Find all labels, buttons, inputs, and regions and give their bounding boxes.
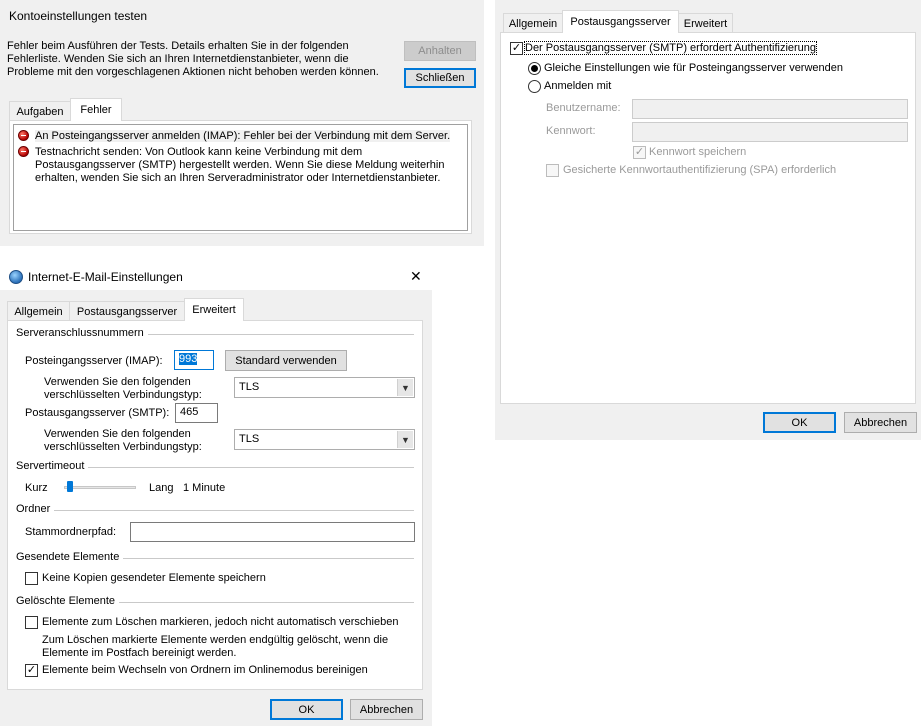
error-icon [18, 130, 29, 141]
close-button[interactable]: Schließen [404, 68, 476, 88]
chevron-down-icon: ▼ [397, 379, 413, 396]
login-with-radio[interactable] [528, 80, 541, 93]
outgoing-tabpage: ✓ Der Postausgangsserver (SMTP) erforder… [500, 32, 916, 404]
error-item: Testnachricht senden: Von Outlook kann k… [35, 146, 445, 184]
section-deleted: Gelöschte Elemente [16, 595, 120, 607]
requires-auth-label: Der Postausgangsserver (SMTP) erfordert … [523, 41, 818, 55]
spa-checkbox[interactable] [546, 164, 559, 177]
section-ports: Serveranschlussnummern [16, 327, 148, 339]
root-folder-label: Stammordnerpfad: [25, 526, 117, 538]
incoming-encryption-label: Verwenden Sie den folgenden verschlüssel… [44, 376, 202, 401]
timeout-slider-track [64, 486, 136, 489]
advanced-tabpage: Serveranschlussnummern Posteingangsserve… [7, 320, 423, 690]
tab-tasks[interactable]: Aufgaben [9, 101, 71, 121]
incoming-encryption-select[interactable]: TLS ▼ [234, 377, 415, 398]
section-folders: Ordner [16, 503, 55, 515]
username-field[interactable] [632, 99, 908, 119]
error-message: Fehler beim Ausführen der Tests. Details… [7, 40, 379, 78]
tab-advanced[interactable]: Erweitert [184, 298, 244, 321]
chevron-down-icon: ▼ [397, 431, 413, 448]
ok-button[interactable]: OK [763, 412, 836, 433]
dialog-title: Internet-E-Mail-Einstellungen [28, 270, 183, 284]
timeout-short-label: Kurz [25, 482, 48, 494]
outgoing-port-label: Postausgangsserver (SMTP): [25, 407, 170, 419]
cancel-button[interactable]: Abbrechen [350, 699, 423, 720]
no-sent-copies-checkbox[interactable] [25, 572, 38, 585]
timeout-value: 1 Minute [183, 482, 226, 494]
email-settings-dialog: Internet-E-Mail-Einstellungen ✕ Allgemei… [0, 262, 432, 726]
outgoing-encryption-label: Verwenden Sie den folgenden verschlüssel… [44, 428, 202, 453]
dialog-title: Kontoeinstellungen testen [9, 9, 148, 23]
close-icon[interactable]: ✕ [410, 268, 422, 285]
errors-tabpage: An Posteingangsserver anmelden (IMAP): F… [9, 120, 472, 234]
same-settings-label: Gleiche Einstellungen wie für Posteingan… [544, 62, 844, 74]
outgoing-server-dialog: Allgemein Postausgangsserver Erweitert ✓… [495, 0, 921, 440]
tab-general[interactable]: Allgemein [7, 301, 70, 321]
username-label: Benutzername: [546, 102, 621, 114]
spa-label: Gesicherte Kennwortauthentifizierung (SP… [563, 164, 837, 176]
error-item: An Posteingangsserver anmelden (IMAP): F… [35, 130, 451, 142]
ok-button[interactable]: OK [270, 699, 343, 720]
password-label: Kennwort: [546, 125, 596, 137]
use-default-button[interactable]: Standard verwenden [225, 350, 347, 371]
tab-outgoing-server[interactable]: Postausgangsserver [562, 10, 679, 33]
mark-deleted-checkbox[interactable] [25, 616, 38, 629]
error-list[interactable]: An Posteingangsserver anmelden (IMAP): F… [13, 124, 468, 231]
remember-password-label: Kennwort speichern [649, 146, 747, 158]
timeout-slider-thumb[interactable] [67, 481, 73, 492]
cancel-button[interactable]: Abbrechen [844, 412, 917, 433]
mark-deleted-label: Elemente zum Löschen markieren, jedoch n… [42, 616, 399, 628]
requires-auth-checkbox[interactable]: ✓ [510, 42, 523, 55]
no-sent-copies-label: Keine Kopien gesendeter Elemente speiche… [42, 572, 266, 584]
tab-outgoing-server[interactable]: Postausgangsserver [69, 301, 185, 321]
tab-advanced[interactable]: Erweitert [678, 13, 733, 33]
same-settings-radio[interactable] [528, 62, 541, 75]
stop-button[interactable]: Anhalten [404, 41, 476, 61]
section-divider [16, 510, 414, 511]
incoming-port-label: Posteingangsserver (IMAP): [25, 355, 163, 367]
timeout-long-label: Lang [149, 482, 174, 494]
section-timeout: Servertimeout [16, 460, 89, 472]
password-field[interactable] [632, 122, 908, 142]
mark-deleted-note: Zum Löschen markierte Elemente werden en… [42, 634, 389, 659]
purge-label: Elemente beim Wechseln von Ordnern im On… [42, 664, 368, 676]
globe-mail-icon [9, 270, 23, 284]
tab-general[interactable]: Allgemein [503, 13, 563, 33]
section-sent: Gesendete Elemente [16, 551, 124, 563]
purge-checkbox[interactable]: ✓ [25, 664, 38, 677]
remember-password-checkbox[interactable]: ✓ [633, 146, 646, 159]
outgoing-port-field[interactable]: 465 [175, 403, 218, 423]
outgoing-encryption-select[interactable]: TLS ▼ [234, 429, 415, 450]
tab-errors[interactable]: Fehler [70, 98, 122, 121]
root-folder-field[interactable] [130, 522, 415, 542]
error-icon [18, 146, 29, 157]
test-account-dialog: Kontoeinstellungen testen Fehler beim Au… [0, 0, 484, 246]
login-with-label: Anmelden mit [544, 80, 612, 92]
incoming-port-field[interactable]: 993 [174, 350, 214, 370]
